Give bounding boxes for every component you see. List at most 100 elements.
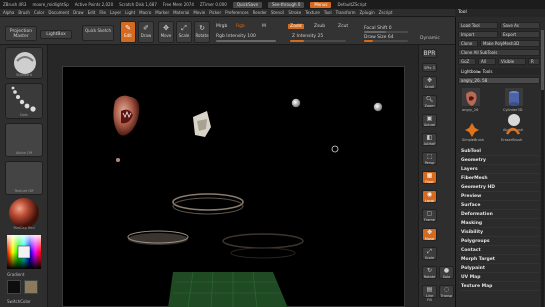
alpha-thumbnail[interactable]: Alpha Off xyxy=(5,123,43,157)
dynamic-button[interactable]: Dynamic xyxy=(420,36,440,41)
linefill-button[interactable]: ▤ Line Fill xyxy=(422,285,437,302)
gradient-label[interactable]: Gradient xyxy=(7,272,24,277)
rotate-button[interactable]: ↻ Rotate xyxy=(194,21,210,43)
masking-menu[interactable]: Masking xyxy=(459,220,539,228)
quick-sketch-button[interactable]: Quick Sketch xyxy=(82,25,114,41)
tool-palette-title[interactable]: Tool xyxy=(458,10,467,15)
clone-all-subtools-button[interactable]: Clone All SubTools xyxy=(458,49,540,56)
menu-brush[interactable]: Brush xyxy=(18,10,30,15)
export-button[interactable]: Export xyxy=(500,31,540,38)
solo-button[interactable]: ● Solo xyxy=(439,266,454,279)
menu-preferences[interactable]: Preferences xyxy=(225,10,249,15)
deformation-menu[interactable]: Deformation xyxy=(459,211,539,219)
see-through-slider[interactable]: See-through 0 xyxy=(267,1,305,8)
rgb-button[interactable]: Rgb xyxy=(236,24,245,29)
make-polymesh-button[interactable]: Make PolyMesh3D xyxy=(480,40,540,47)
secondary-color-swatch[interactable] xyxy=(7,280,21,294)
menu-edit[interactable]: Edit xyxy=(88,10,96,15)
subtool-menu[interactable]: SubTool xyxy=(459,148,539,156)
menu-movie[interactable]: Movie xyxy=(193,10,205,15)
goz-button[interactable]: GoZ xyxy=(458,58,476,65)
default-zscript[interactable]: DefaultZScript xyxy=(337,2,366,7)
layers-menu[interactable]: Layers xyxy=(459,166,539,174)
geometry-hd-menu[interactable]: Geometry HD xyxy=(459,184,539,192)
projection-master-button[interactable]: Projection Master xyxy=(5,26,37,41)
menus-button[interactable]: Menus xyxy=(310,1,332,8)
quicksave-button[interactable]: QuickSave xyxy=(232,1,262,8)
angry-tool-thumbnail[interactable] xyxy=(462,88,480,106)
save-as-button[interactable]: Save As xyxy=(500,22,540,29)
brush-thumbnail[interactable]: Standard xyxy=(5,47,43,79)
menu-alpha[interactable]: Alpha xyxy=(3,10,14,15)
menu-zscript[interactable]: Zscript xyxy=(379,10,393,15)
menu-layer[interactable]: Layer xyxy=(110,10,121,15)
texture-map-menu[interactable]: Texture Map xyxy=(459,283,539,291)
menu-texture[interactable]: Texture xyxy=(305,10,320,15)
menu-stroke[interactable]: Stroke xyxy=(288,10,301,15)
zadd-button[interactable]: Zadd xyxy=(288,24,304,29)
spix-button[interactable]: SPix 3 xyxy=(422,63,437,72)
import-button[interactable]: Import xyxy=(458,31,498,38)
menu-color[interactable]: Color xyxy=(34,10,44,15)
texture-thumbnail[interactable]: Texture Off xyxy=(5,161,43,195)
edit-button[interactable]: ✎ Edit xyxy=(120,21,136,43)
z-intensity-slider[interactable] xyxy=(290,40,346,42)
move-view-button[interactable]: ✥ Move xyxy=(422,228,437,241)
floor-button[interactable]: ▦ Floor xyxy=(422,171,437,184)
scale-button[interactable]: ⤢ Scale xyxy=(176,21,192,43)
menu-stencil[interactable]: Stencil xyxy=(271,10,285,15)
rgb-intensity-slider[interactable] xyxy=(216,40,276,42)
menu-marker[interactable]: Marker xyxy=(155,10,169,15)
menu-transform[interactable]: Transform xyxy=(336,10,356,15)
menu-light[interactable]: Light xyxy=(125,10,135,15)
menu-zplugin[interactable]: Zplugin xyxy=(360,10,375,15)
bpr-button[interactable]: BPR xyxy=(422,49,437,58)
menu-file[interactable]: File xyxy=(99,10,106,15)
menu-render[interactable]: Render xyxy=(253,10,267,15)
frame-button[interactable]: ▢ Frame xyxy=(422,209,437,222)
scroll-button[interactable]: ✥ Scroll xyxy=(422,76,437,89)
all-button[interactable]: All xyxy=(478,58,496,65)
polypaint-menu[interactable]: Polypaint xyxy=(459,265,539,273)
actual-button[interactable]: ▣ Actual xyxy=(422,114,437,127)
draw-size-slider[interactable] xyxy=(364,40,408,42)
menu-draw[interactable]: Draw xyxy=(73,10,83,15)
switch-color-button[interactable]: SwitchColor xyxy=(7,299,31,304)
material-thumbnail[interactable]: MatCap Red xyxy=(5,197,43,231)
preview-menu[interactable]: Preview xyxy=(459,193,539,201)
mrgb-button[interactable]: Mrgb xyxy=(216,24,227,29)
main-color-swatch[interactable] xyxy=(24,280,38,294)
uv-map-menu[interactable]: UV Map xyxy=(459,274,539,282)
load-tool-button[interactable]: Load Tool xyxy=(458,22,498,29)
persp-button[interactable]: ⬚ Persp xyxy=(422,152,437,165)
current-tool-slider[interactable]: angry_26. 58 xyxy=(458,77,540,84)
morph-target-menu[interactable]: Morph Target xyxy=(459,256,539,264)
zcut-button[interactable]: Zcut xyxy=(338,24,348,29)
r-button[interactable]: R xyxy=(528,58,540,65)
contact-menu[interactable]: Contact xyxy=(459,247,539,255)
lightbox-button[interactable]: LightBox xyxy=(40,30,72,39)
tray-scrollbar[interactable] xyxy=(541,30,544,307)
stroke-thumbnail[interactable]: Dots xyxy=(5,83,43,119)
menu-material[interactable]: Material xyxy=(173,10,189,15)
zoom-button[interactable]: 🔍︎ Zoom xyxy=(422,95,437,108)
color-picker[interactable] xyxy=(7,235,41,269)
draw-button[interactable]: ✐ Draw xyxy=(138,21,154,43)
visible-button[interactable]: Visible xyxy=(498,58,526,65)
zsub-button[interactable]: Zsub xyxy=(314,24,325,29)
cylinder3d-tool-thumbnail[interactable] xyxy=(505,88,523,106)
clone-button[interactable]: Clone xyxy=(458,40,478,47)
lightbox-tools-button[interactable]: Lightbox► Tools xyxy=(458,68,542,75)
move-button[interactable]: ✥ Move xyxy=(158,21,174,43)
surface-menu[interactable]: Surface xyxy=(459,202,539,210)
aahalf-button[interactable]: ◧ AAHalf xyxy=(422,133,437,146)
transp-button[interactable]: ◌ Transp xyxy=(439,285,454,298)
rotate-view-button[interactable]: ↻ Rotate xyxy=(422,266,437,279)
menu-tool[interactable]: Tool xyxy=(324,10,332,15)
canvas-viewport[interactable] xyxy=(62,66,405,307)
tray-scrollbar-thumb[interactable] xyxy=(541,30,544,90)
polygroups-menu[interactable]: Polygroups xyxy=(459,238,539,246)
fibermesh-menu[interactable]: FiberMesh xyxy=(459,175,539,183)
menu-picker[interactable]: Picker xyxy=(209,10,221,15)
focal-shift-slider[interactable] xyxy=(364,31,408,33)
